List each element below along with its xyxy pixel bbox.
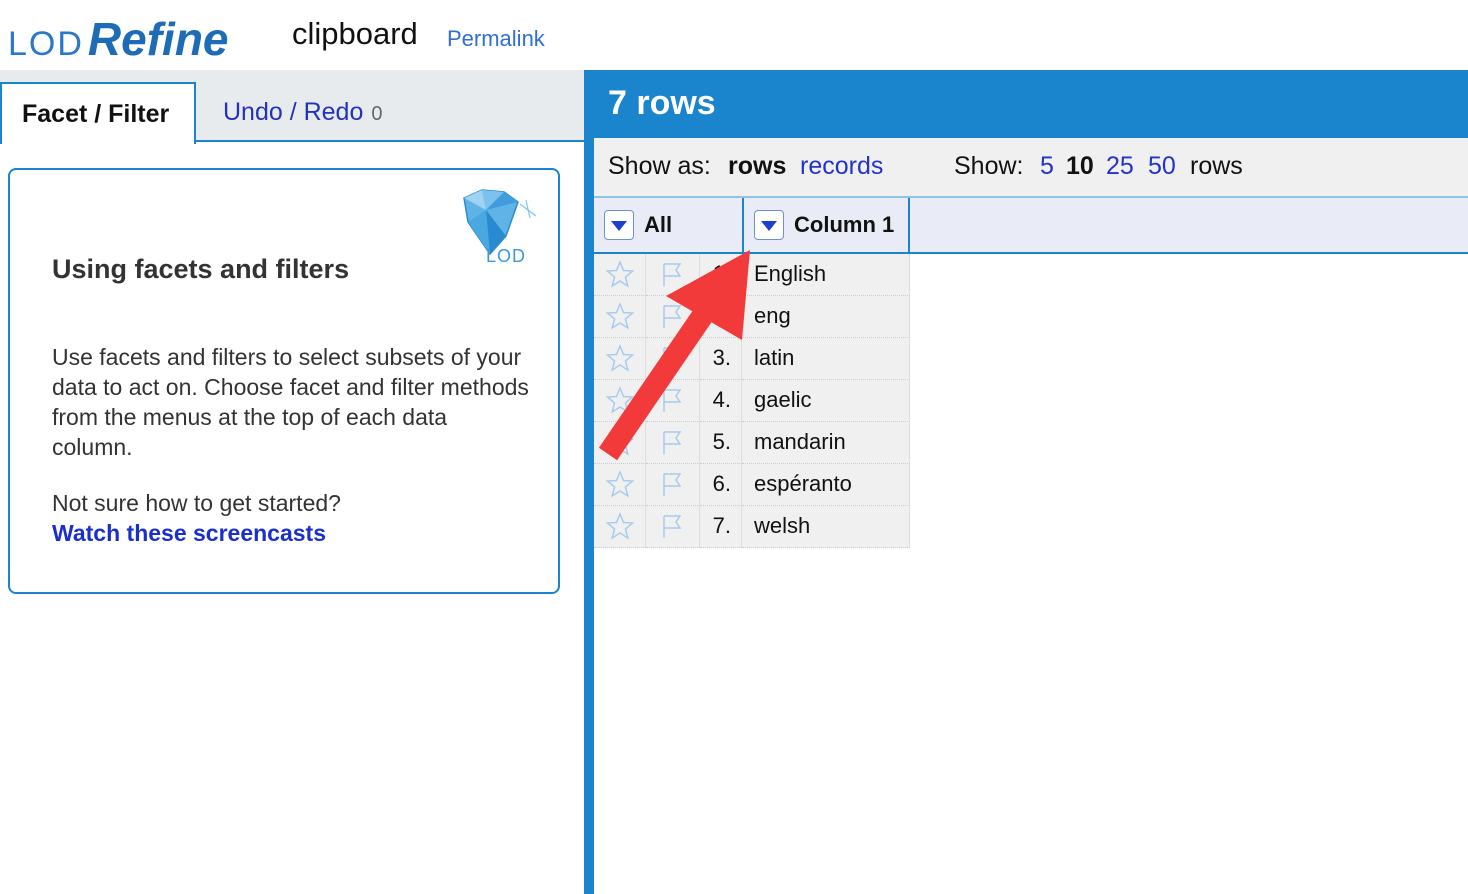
all-menu-dropdown-icon[interactable] bbox=[604, 210, 634, 240]
row-number: 6. bbox=[700, 464, 742, 506]
view-options-bar: Show as: rows records Show: 5 10 25 50 r… bbox=[594, 138, 1468, 198]
page-size-10[interactable]: 10 bbox=[1066, 152, 1094, 181]
show-as-label: Show as: bbox=[608, 152, 711, 180]
app-logo[interactable]: LOD Refine bbox=[8, 12, 229, 65]
column-1-label: Column 1 bbox=[794, 212, 895, 237]
right-panel: 7 rows Show as: rows records Show: 5 10 … bbox=[584, 70, 1468, 894]
row-count-heading: 7 rows bbox=[608, 84, 716, 122]
permalink-link[interactable]: Permalink bbox=[447, 26, 545, 52]
undo-count-badge: 0 bbox=[371, 102, 383, 125]
star-icon[interactable] bbox=[594, 506, 646, 548]
facet-help-box: LOD Using facets and filters Use facets … bbox=[8, 168, 560, 594]
tab-facet-filter[interactable]: Facet / Filter bbox=[0, 82, 196, 144]
page-size-25[interactable]: 25 bbox=[1106, 152, 1134, 181]
logo-refine-text: Refine bbox=[87, 13, 229, 65]
column-1-menu-dropdown-icon[interactable] bbox=[754, 210, 784, 240]
star-icon[interactable] bbox=[594, 464, 646, 506]
cell-value[interactable]: espéranto bbox=[742, 464, 910, 506]
rows-suffix-label: rows bbox=[1190, 152, 1243, 180]
summary-bar: 7 rows bbox=[594, 70, 1468, 138]
all-column-label: All bbox=[644, 212, 673, 237]
annotation-arrow-icon bbox=[598, 250, 750, 461]
page-size-50[interactable]: 50 bbox=[1148, 152, 1176, 181]
show-as-records-option[interactable]: records bbox=[800, 152, 883, 181]
tab-undo-redo[interactable]: Undo / Redo 0 bbox=[203, 82, 403, 142]
logo-lod-text: LOD bbox=[8, 25, 84, 63]
left-panel-tabs: Facet / Filter Undo / Redo 0 bbox=[0, 70, 584, 144]
flag-icon[interactable] bbox=[646, 464, 700, 506]
help-body-text: Use facets and filters to select subsets… bbox=[52, 344, 529, 460]
left-panel: Facet / Filter Undo / Redo 0 LOD Using f… bbox=[0, 70, 584, 894]
table-row: 6. espéranto bbox=[594, 464, 910, 506]
lod-badge-text: LOD bbox=[486, 246, 526, 266]
help-title: Using facets and filters bbox=[52, 254, 350, 284]
tab-undo-redo-label: Undo / Redo bbox=[223, 97, 364, 126]
flag-icon[interactable] bbox=[646, 506, 700, 548]
row-number: 7. bbox=[700, 506, 742, 548]
screencasts-link[interactable]: Watch these screencasts bbox=[52, 520, 326, 547]
tab-facet-filter-label: Facet / Filter bbox=[22, 99, 170, 128]
page-size-5[interactable]: 5 bbox=[1040, 152, 1054, 181]
project-name[interactable]: clipboard bbox=[292, 16, 418, 52]
cell-value[interactable]: welsh bbox=[742, 506, 910, 548]
app-header: LOD Refine clipboard Permalink bbox=[0, 0, 1468, 70]
show-label: Show: bbox=[954, 152, 1024, 180]
table-row: 7. welsh bbox=[594, 506, 910, 548]
lod-diamond-logo-icon: LOD bbox=[463, 189, 537, 266]
help-question-text: Not sure how to get started? bbox=[52, 490, 341, 516]
show-as-rows-option[interactable]: rows bbox=[728, 152, 786, 181]
